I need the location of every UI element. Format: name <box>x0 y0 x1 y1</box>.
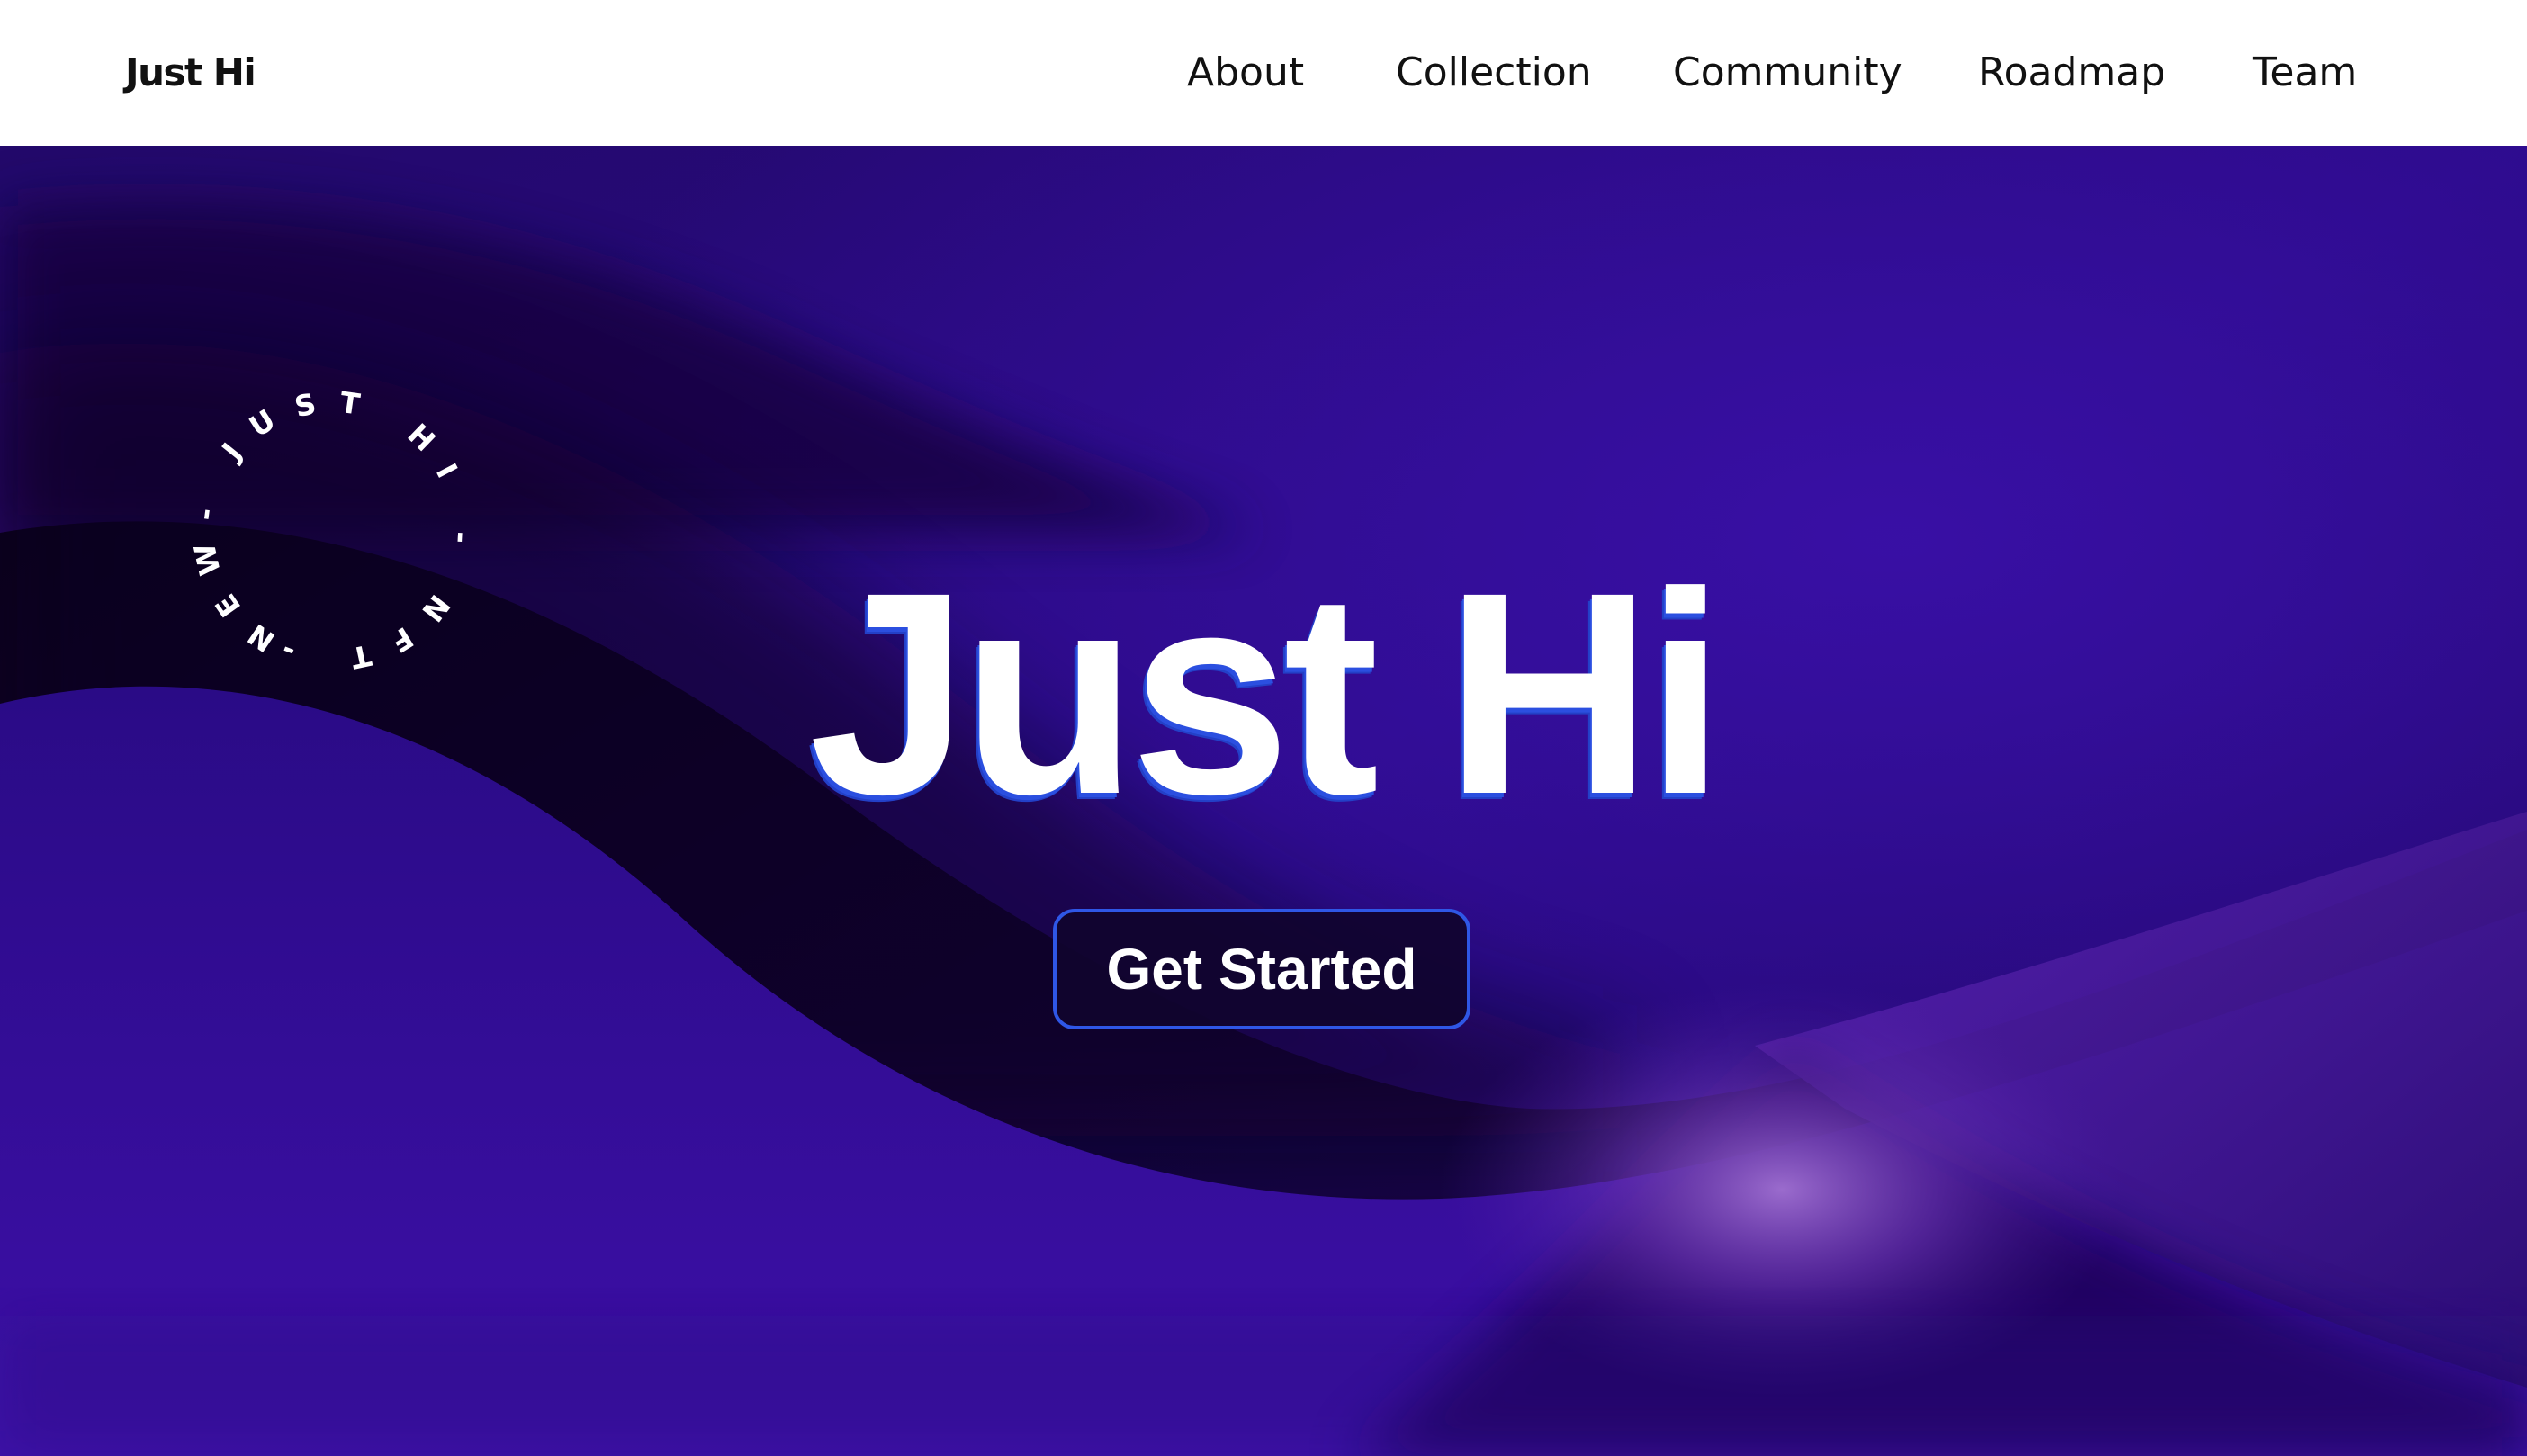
top-navbar: Just Hi About Collection Community Roadm… <box>0 0 2527 146</box>
nav-link-community[interactable]: Community <box>1673 0 1902 146</box>
landing-page: Just Hi About Collection Community Roadm… <box>0 0 2527 1456</box>
hero-section: NEW- JUST HI - NFT - Just Hi Get Started <box>0 146 2527 1456</box>
hero-title: Just Hi <box>808 532 1726 854</box>
nav-link-roadmap[interactable]: Roadmap <box>1978 0 2165 146</box>
nav-link-collection[interactable]: Collection <box>1396 0 1592 146</box>
nav-link-about[interactable]: About <box>1187 0 1304 146</box>
nav-link-team[interactable]: Team <box>2253 0 2357 146</box>
get-started-button[interactable]: Get Started <box>1053 909 1470 1029</box>
brand-logo-link[interactable]: Just Hi <box>125 0 256 146</box>
